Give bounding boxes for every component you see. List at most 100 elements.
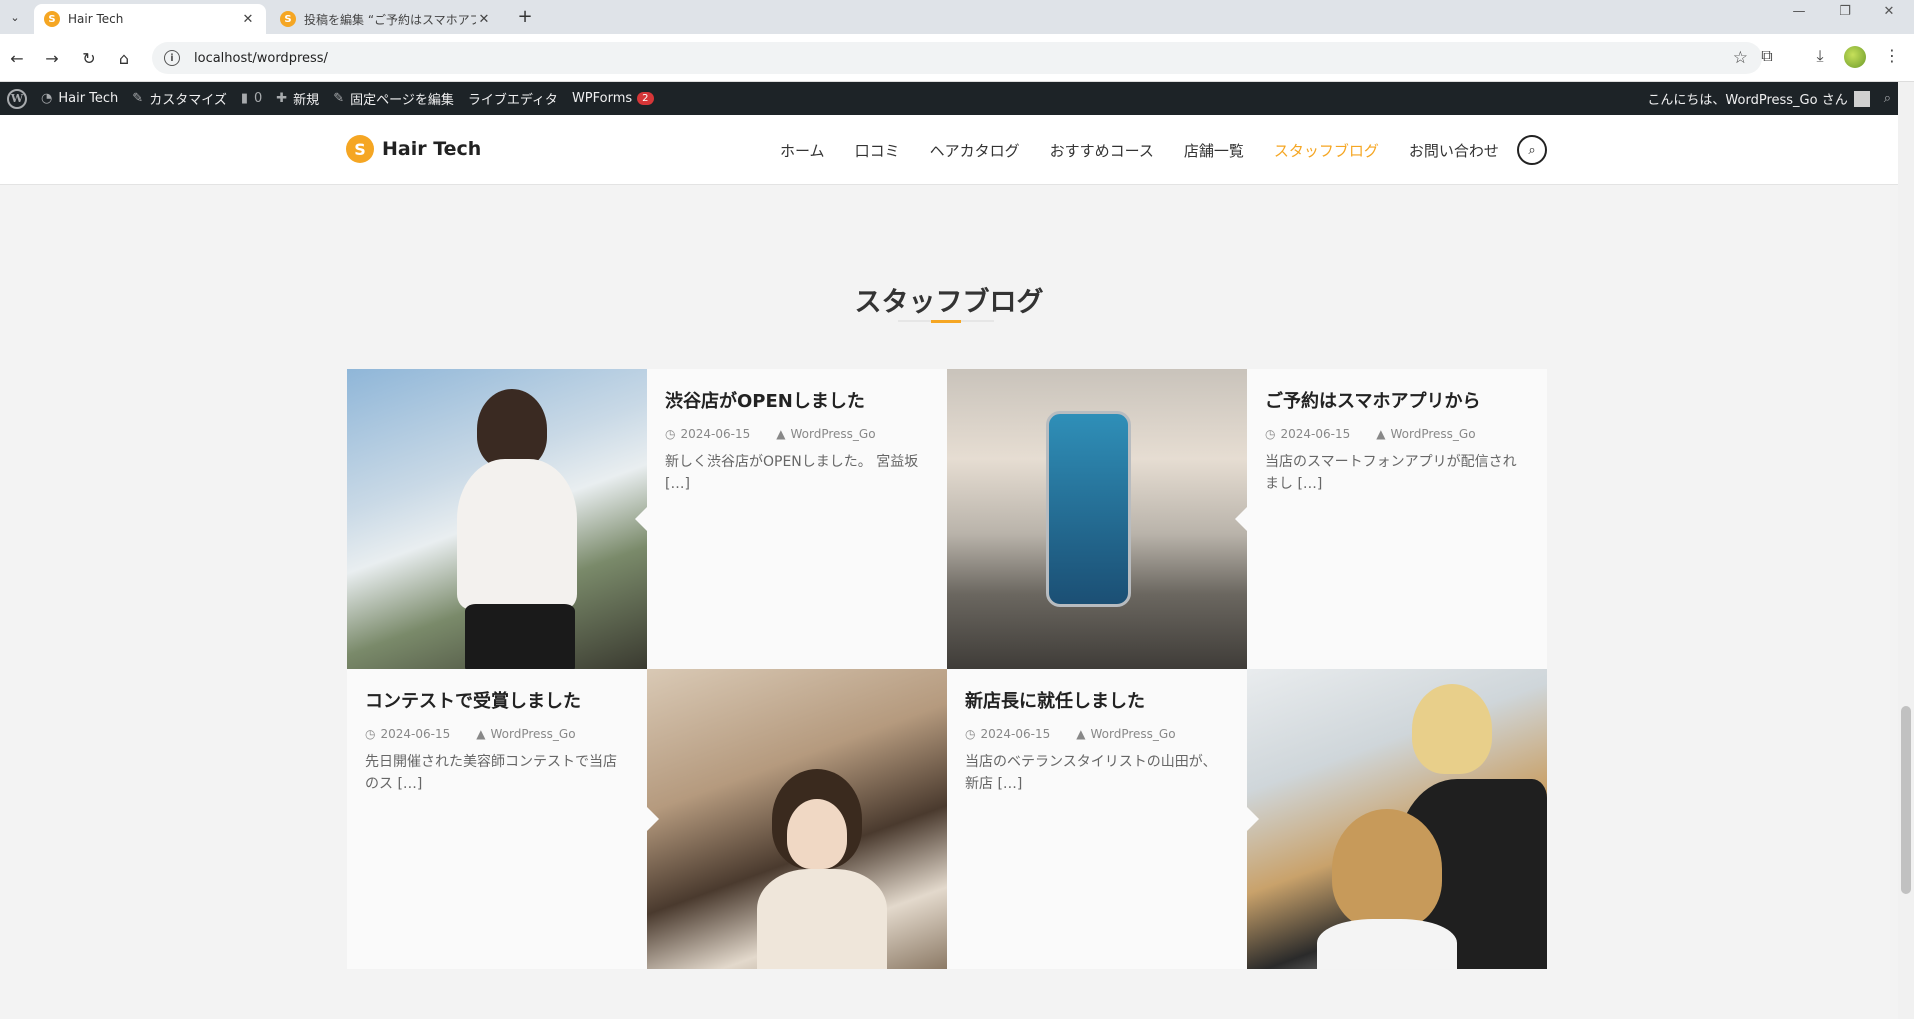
admin-new[interactable]: ✚ 新規 (269, 82, 326, 115)
post-title[interactable]: 新店長に就任しました (965, 687, 1229, 713)
user-icon: ▲ (1376, 427, 1386, 441)
admin-wpforms[interactable]: WPForms 2 (565, 82, 661, 115)
close-window-icon[interactable]: ✕ (1877, 4, 1901, 19)
search-icon: ⌕ (1883, 91, 1891, 106)
post-image-woman-businesswear[interactable] (347, 369, 647, 669)
menu-item-home[interactable]: ホーム (780, 140, 825, 161)
post-meta: ◷ 2024-06-15 ▲ WordPress_Go (665, 427, 929, 441)
site-header: S Hair Tech ホーム 口コミ ヘアカタログ おすすめコース 店舗一覧 … (0, 115, 1898, 185)
avatar (1853, 90, 1870, 107)
admin-site-name[interactable]: ◔ Hair Tech (34, 82, 125, 115)
user-icon: ▲ (1076, 727, 1086, 741)
scrollbar-thumb[interactable] (1901, 706, 1911, 894)
post-title[interactable]: コンテストで受賞しました (365, 687, 629, 713)
tab-edit-post[interactable]: S 投稿を編集 “ご予約はスマホアプリから” ✕ (270, 4, 502, 34)
post-author[interactable]: WordPress_Go (490, 727, 575, 741)
person-skirt (465, 604, 575, 669)
menu-item-reviews[interactable]: 口コミ (855, 140, 900, 161)
admin-live-editor-label: ライブエディタ (467, 93, 558, 108)
post-image-smartphone[interactable] (947, 369, 1247, 669)
post-author[interactable]: WordPress_Go (790, 427, 875, 441)
admin-greeting: こんにちは、WordPress_Go さん (1647, 93, 1848, 108)
post-meta: ◷ 2024-06-15 ▲ WordPress_Go (365, 727, 629, 741)
site-search-button[interactable]: ⌕ (1517, 135, 1547, 165)
post-author[interactable]: WordPress_Go (1390, 427, 1475, 441)
admin-comments[interactable]: ▮ 0 (234, 82, 269, 115)
wp-admin-bar: W ◔ Hair Tech ✎ カスタマイズ ▮ 0 ✚ 新規 ✎ 固定ページを… (0, 82, 1898, 115)
minimize-icon[interactable]: — (1787, 4, 1811, 19)
menu-item-recommended-courses[interactable]: おすすめコース (1050, 140, 1154, 161)
post-image-stylist-with-client[interactable] (1247, 669, 1547, 969)
clock-icon: ◷ (1265, 427, 1276, 441)
menu-item-hair-catalog[interactable]: ヘアカタログ (930, 140, 1020, 161)
menu-item-staff-blog[interactable]: スタッフブログ (1274, 140, 1379, 161)
admin-customize[interactable]: ✎ カスタマイズ (125, 82, 234, 115)
menu-item-contact[interactable]: お問い合わせ (1409, 140, 1499, 161)
person-shirt (757, 869, 887, 969)
admin-customize-label: カスタマイズ (149, 93, 227, 108)
menu-item-store-list[interactable]: 店舗一覧 (1184, 140, 1244, 161)
close-tab-icon[interactable]: ✕ (476, 12, 492, 27)
tab-search-chevron-icon[interactable]: ⌄ (4, 6, 26, 28)
extensions-icon[interactable]: ⧉ (1755, 46, 1779, 66)
card-pointer (1247, 807, 1259, 831)
dashboard-icon: ◔ (41, 91, 53, 106)
admin-new-label: 新規 (293, 93, 320, 108)
comments-count: 0 (253, 91, 263, 106)
post-date: 2024-06-15 (380, 727, 451, 741)
bookmark-star-icon[interactable]: ☆ (1733, 48, 1748, 68)
home-icon[interactable]: ⌂ (113, 47, 135, 69)
post-card[interactable]: ご予約はスマホアプリから ◷ 2024-06-15 ▲ WordPress_Go 当… (1247, 369, 1547, 669)
new-tab-button[interactable]: + (514, 6, 536, 27)
admin-live-editor[interactable]: ライブエディタ (461, 82, 565, 115)
admin-my-account[interactable]: こんにちは、WordPress_Go さん (1640, 82, 1876, 115)
reload-icon[interactable]: ↻ (78, 47, 100, 69)
address-bar[interactable]: i localhost/wordpress/ ☆ (152, 42, 1762, 74)
admin-search[interactable]: ⌕ (1877, 82, 1898, 115)
post-title[interactable]: 渋谷店がOPENしました (665, 387, 929, 413)
profile-avatar[interactable] (1844, 46, 1866, 68)
post-card[interactable]: 新店長に就任しました ◷ 2024-06-15 ▲ WordPress_Go 当店の… (947, 669, 1247, 969)
logo-text: Hair Tech (382, 138, 482, 160)
close-tab-icon[interactable]: ✕ (240, 12, 256, 27)
post-excerpt: 新しく渋谷店がOPENしました。 宮益坂 […] (665, 454, 919, 492)
person-shirt (457, 459, 577, 609)
tab-title: Hair Tech (68, 12, 124, 26)
forward-icon[interactable]: → (41, 47, 63, 69)
back-icon[interactable]: ← (6, 47, 28, 69)
post-image-stylists-group[interactable] (647, 669, 947, 969)
tab-hair-tech[interactable]: S Hair Tech ✕ (34, 4, 266, 34)
browser-tabstrip: ⌄ S Hair Tech ✕ S 投稿を編集 “ご予約はスマホアプリから” ✕… (0, 0, 1914, 34)
person-hair (1412, 684, 1492, 774)
brush-icon: ✎ (132, 91, 144, 106)
person-hair (477, 389, 547, 469)
user-icon: ▲ (476, 727, 486, 741)
wp-logo-button[interactable]: W (0, 82, 34, 115)
search-icon: ⌕ (1528, 142, 1536, 158)
post-author[interactable]: WordPress_Go (1090, 727, 1175, 741)
clock-icon: ◷ (365, 727, 376, 741)
admin-site-name-label: Hair Tech (58, 91, 119, 106)
admin-wpforms-label: WPForms (571, 91, 633, 106)
client-cape (1317, 919, 1457, 969)
site-favicon-icon: S (280, 11, 296, 27)
wpforms-count-badge: 2 (637, 92, 654, 105)
post-meta: ◷ 2024-06-15 ▲ WordPress_Go (1265, 427, 1529, 441)
post-date: 2024-06-15 (1280, 427, 1351, 441)
url-text: localhost/wordpress/ (194, 50, 328, 66)
page-scrollbar[interactable] (1898, 82, 1914, 1019)
site-info-icon[interactable]: i (164, 50, 180, 66)
post-card[interactable]: 渋谷店がOPENしました ◷ 2024-06-15 ▲ WordPress_Go 新… (647, 369, 947, 669)
phone-illustration (1046, 411, 1131, 607)
section-title: スタッフブログ (854, 287, 1044, 318)
post-card[interactable]: コンテストで受賞しました ◷ 2024-06-15 ▲ WordPress_Go 先… (347, 669, 647, 969)
person-face (787, 799, 847, 869)
admin-edit-page[interactable]: ✎ 固定ページを編集 (326, 82, 461, 115)
post-title[interactable]: ご予約はスマホアプリから (1265, 387, 1529, 413)
menu-kebab-icon[interactable]: ⋮ (1880, 46, 1904, 65)
downloads-icon[interactable]: ⤓ (1808, 46, 1832, 66)
card-pointer (647, 807, 659, 831)
logo-mark-icon: S (346, 135, 374, 163)
site-logo[interactable]: S Hair Tech (346, 135, 481, 163)
restore-icon[interactable]: ❐ (1833, 4, 1857, 19)
